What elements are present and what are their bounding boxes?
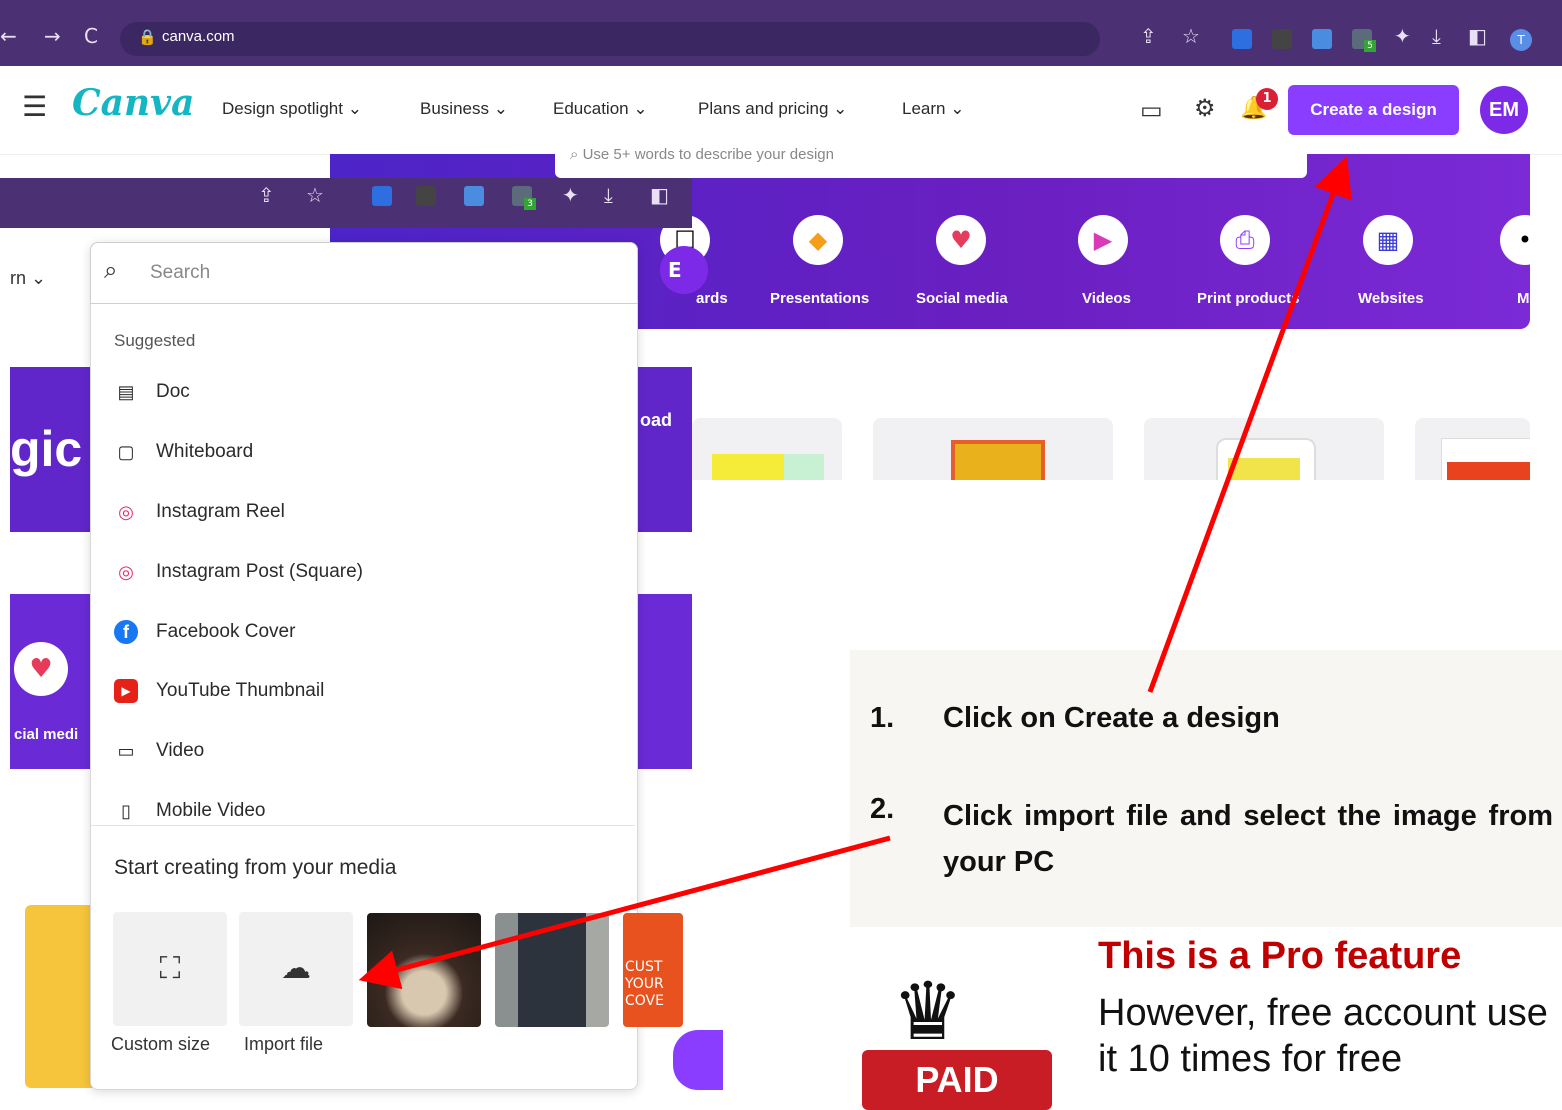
annotation-arrows bbox=[358, 156, 1352, 990]
arrow-to-create-design bbox=[1147, 156, 1352, 693]
arrow-to-import-file bbox=[358, 835, 891, 990]
